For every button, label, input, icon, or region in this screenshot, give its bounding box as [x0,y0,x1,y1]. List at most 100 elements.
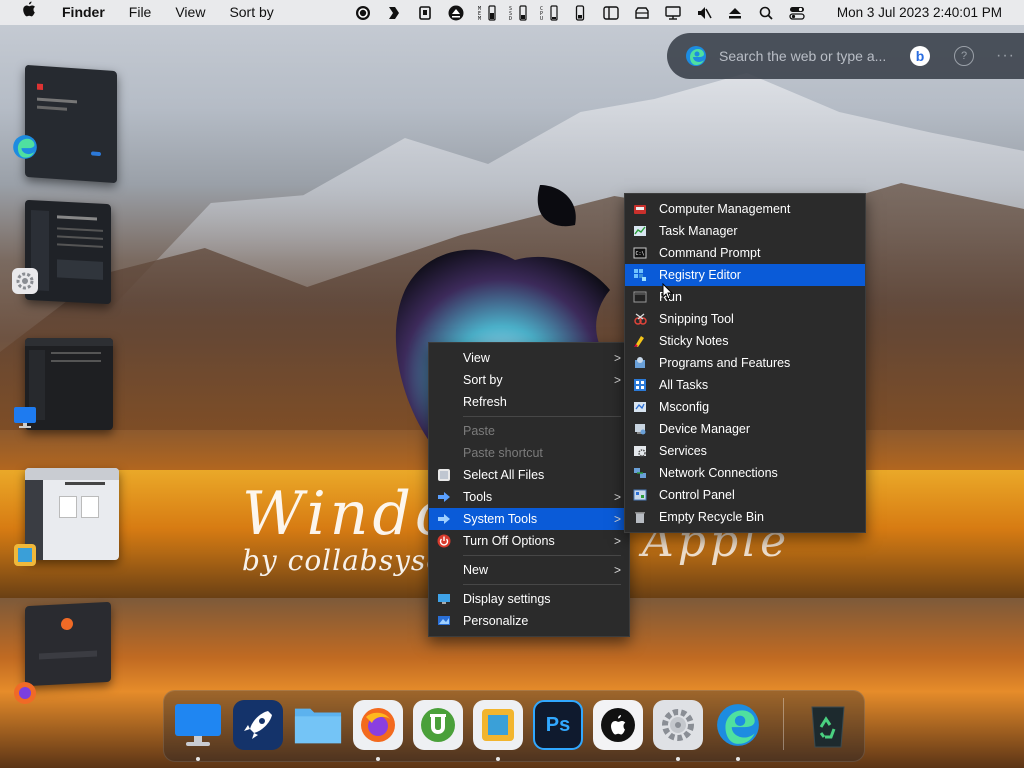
battery-phone-icon[interactable] [570,4,590,22]
display-icon[interactable] [663,4,683,22]
menu-item-services[interactable]: Services [625,440,865,462]
firefox-app-icon[interactable] [12,680,38,706]
menu-item-sticky-notes[interactable]: Sticky Notes [625,330,865,352]
monitor-app-icon[interactable] [12,404,38,430]
menu-item-label: View [463,351,490,365]
menu-item-all-tasks[interactable]: All Tasks [625,374,865,396]
clipboard-icon[interactable] [415,4,435,22]
menu-item-display-settings[interactable]: Display settings [429,588,629,610]
dock-recycle-bin-icon[interactable] [803,700,853,750]
disk-icon[interactable]: SSD [508,4,528,22]
thumbnail-workstation-window[interactable] [25,468,119,560]
menu-item-label: Msconfig [659,400,710,414]
snipping-tool-icon [634,313,647,325]
menu-item-view[interactable]: View > [429,347,629,369]
dock-launchpad-icon[interactable] [233,700,283,750]
dock-utorrent-icon[interactable] [413,700,463,750]
drive-icon[interactable] [632,4,652,22]
menu-item-sort-by[interactable]: Sort by > [429,369,629,391]
personalize-icon [438,616,450,625]
help-icon[interactable]: ? [954,46,974,66]
thumbnail-edge-window[interactable] [25,64,117,184]
cpu-icon[interactable]: CPU [539,4,559,22]
menu-item-registry-editor[interactable]: Registry Editor [625,264,865,286]
settings-app-icon[interactable] [12,268,38,294]
menu-item-computer-management[interactable]: Computer Management [625,198,865,220]
menu-item-msconfig[interactable]: Msconfig [625,396,865,418]
submenu-arrow-icon: > [613,563,621,577]
menu-app-name[interactable]: Finder [50,0,117,25]
device-manager-icon [635,424,646,435]
menu-item-label: Command Prompt [659,246,761,260]
menu-item-control-panel[interactable]: Control Panel [625,484,865,506]
photoshop-label: Ps [545,713,571,736]
task-manager-icon [634,226,646,236]
menu-item-label: Turn Off Options [463,534,555,548]
control-center-icon[interactable] [787,4,807,22]
menu-item-system-tools[interactable]: System Tools > [429,508,629,530]
menu-item-personalize[interactable]: Personalize [429,610,629,632]
sidebar-icon[interactable] [601,4,621,22]
menu-sort-by[interactable]: Sort by [217,0,285,25]
computer-management-icon [634,205,646,214]
eject-up-icon[interactable] [725,4,745,22]
menu-item-label: Empty Recycle Bin [659,510,764,524]
dock-settings-icon[interactable] [653,700,703,750]
menu-item-snipping-tool[interactable]: Snipping Tool [625,308,865,330]
dock-photoshop-icon[interactable]: Ps [533,700,583,750]
menu-separator [463,584,621,585]
menu-item-label: Paste shortcut [463,446,543,460]
window-app-icon[interactable] [12,542,38,568]
dock-monitor-icon[interactable] [173,700,223,750]
dock-firefox-icon[interactable] [353,700,403,750]
menu-item-device-manager[interactable]: Device Manager [625,418,865,440]
menu-item-new[interactable]: New > [429,559,629,581]
menu-file[interactable]: File [117,0,164,25]
dock-running-indicator [736,757,740,761]
menu-item-command-prompt[interactable]: C:\ Command Prompt [625,242,865,264]
dock-apple-store-icon[interactable] [593,700,643,750]
menu-item-label: All Tasks [659,378,709,392]
record-icon[interactable] [353,4,373,22]
edge-app-icon[interactable] [12,134,38,160]
system-tools-arrow-icon [438,514,450,524]
thumbnail-firefox-window[interactable] [25,601,111,687]
menu-item-programs-and-features[interactable]: Programs and Features [625,352,865,374]
memory-icon[interactable]: MEM [477,4,497,22]
menu-item-label: Snipping Tool [659,312,734,326]
services-icon [634,446,646,457]
search-icon[interactable] [756,4,776,22]
all-tasks-icon [634,379,646,391]
menu-item-empty-recycle-bin[interactable]: Empty Recycle Bin [625,506,865,528]
eject-icon[interactable] [446,4,466,22]
menu-view[interactable]: View [163,0,217,25]
thumbnail-explorer-window[interactable] [25,338,113,430]
edge-search-input[interactable]: Search the web or type a... [719,48,894,64]
menu-item-network-connections[interactable]: Network Connections [625,462,865,484]
edge-search-bar[interactable]: Search the web or type a... b ? ··· [667,33,1024,79]
menu-item-label: Registry Editor [659,268,741,282]
dock-running-indicator [196,757,200,761]
menu-item-task-manager[interactable]: Task Manager [625,220,865,242]
power-icon [437,534,451,548]
menu-separator [463,555,621,556]
sticky-notes-icon [634,336,644,347]
dock-window-app-icon[interactable] [473,700,523,750]
apple-menu-icon[interactable] [0,0,50,25]
copilot-icon[interactable] [384,4,404,22]
dock-folder-icon[interactable] [293,700,343,750]
menu-item-turn-off-options[interactable]: Turn Off Options > [429,530,629,552]
dock-running-indicator [496,757,500,761]
dock-edge-icon[interactable] [713,700,763,750]
control-panel-icon [633,489,647,501]
menu-item-select-all-files[interactable]: Select All Files [429,464,629,486]
mute-icon[interactable] [694,4,714,22]
menu-item-refresh[interactable]: Refresh [429,391,629,413]
more-options-icon[interactable]: ··· [996,47,1015,65]
menu-item-run[interactable]: Run [625,286,865,308]
menubar-clock[interactable]: Mon 3 Jul 2023 2:40:01 PM [837,0,1002,25]
menu-item-tools[interactable]: Tools > [429,486,629,508]
dock-divider [783,698,784,750]
menu-item-label: Programs and Features [659,356,791,370]
bing-chat-icon[interactable]: b [910,46,930,66]
